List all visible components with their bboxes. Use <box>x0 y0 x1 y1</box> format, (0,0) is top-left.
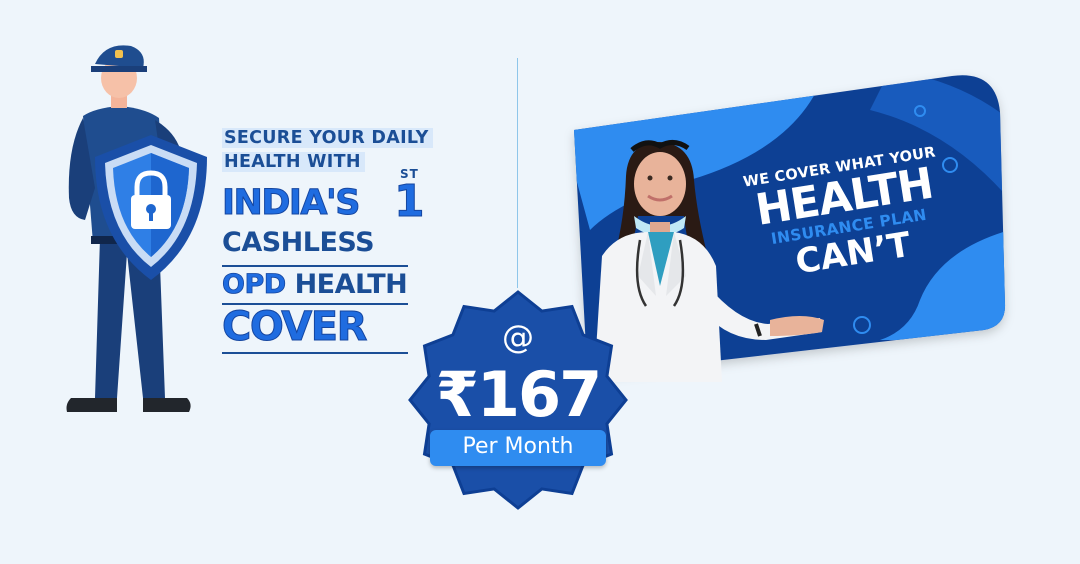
headline-line-2: HEALTH WITH <box>222 150 472 174</box>
price-period: Per Month <box>462 434 574 459</box>
headline-block: SECURE YOUR DAILY HEALTH WITH INDIA'S ST… <box>222 126 472 354</box>
price-amount: ₹167 <box>435 358 603 431</box>
headline-opd-health: OPD HEALTH <box>222 269 408 301</box>
headline-rule-1 <box>222 265 408 267</box>
headline-first-number: 1 <box>394 176 426 227</box>
price-ribbon: Per Month <box>430 430 606 466</box>
headline-opd: OPD <box>222 269 287 301</box>
price-at-symbol: @ <box>502 318 534 356</box>
price-badge: @ ₹167 Per Month <box>408 290 628 510</box>
headline-cover: COVER <box>222 304 368 350</box>
headline-indias: INDIA'S <box>222 183 361 223</box>
vertical-divider <box>517 58 518 288</box>
headline-cashless: CASHLESS <box>222 227 375 258</box>
headline-line-1: SECURE YOUR DAILY <box>222 126 472 150</box>
headline-health: HEALTH <box>294 269 408 300</box>
shield-lock-icon <box>95 135 207 280</box>
headline-rule-3 <box>222 352 408 354</box>
